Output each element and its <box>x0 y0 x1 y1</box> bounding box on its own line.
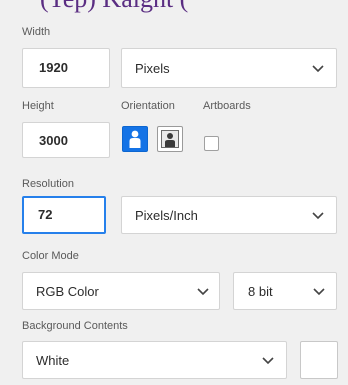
width-value: 1920 <box>39 60 68 75</box>
width-input[interactable]: 1920 <box>22 48 110 88</box>
orientation-label: Orientation <box>121 100 175 112</box>
bit-depth-select[interactable]: 8 bit <box>233 272 337 310</box>
chevron-down-icon <box>312 65 324 73</box>
background-contents-select[interactable]: White <box>22 341 287 379</box>
background-contents-label: Background Contents <box>22 320 128 332</box>
width-unit-select[interactable]: Pixels <box>121 48 337 88</box>
chevron-down-icon <box>197 288 209 296</box>
portrait-person-icon <box>127 129 143 154</box>
resolution-unit-value: Pixels/Inch <box>135 208 198 223</box>
resolution-unit-select[interactable]: Pixels/Inch <box>121 196 337 234</box>
portrait-orientation-button[interactable] <box>122 126 148 152</box>
height-label: Height <box>22 100 54 112</box>
artboards-label: Artboards <box>203 100 251 112</box>
color-mode-label: Color Mode <box>22 250 79 262</box>
background-contents-value: White <box>36 353 70 368</box>
landscape-person-icon <box>161 130 179 153</box>
chevron-down-icon <box>313 288 325 296</box>
width-unit-value: Pixels <box>135 61 170 76</box>
chevron-down-icon <box>262 357 274 365</box>
height-value: 3000 <box>39 133 68 148</box>
resolution-label: Resolution <box>22 178 74 190</box>
color-mode-value: RGB Color <box>36 284 99 299</box>
background-color-swatch[interactable] <box>300 341 338 379</box>
width-label: Width <box>22 26 51 38</box>
artboards-checkbox[interactable] <box>204 136 219 151</box>
color-mode-select[interactable]: RGB Color <box>22 272 220 310</box>
height-input[interactable]: 3000 <box>22 122 110 158</box>
resolution-input[interactable]: 72 <box>22 196 106 234</box>
chevron-down-icon <box>312 212 324 220</box>
bit-depth-value: 8 bit <box>248 284 273 299</box>
document-settings-panel: Width 1920 Pixels Height Orientation Art… <box>0 0 348 385</box>
landscape-orientation-button[interactable] <box>157 126 183 152</box>
resolution-value: 72 <box>38 207 53 222</box>
